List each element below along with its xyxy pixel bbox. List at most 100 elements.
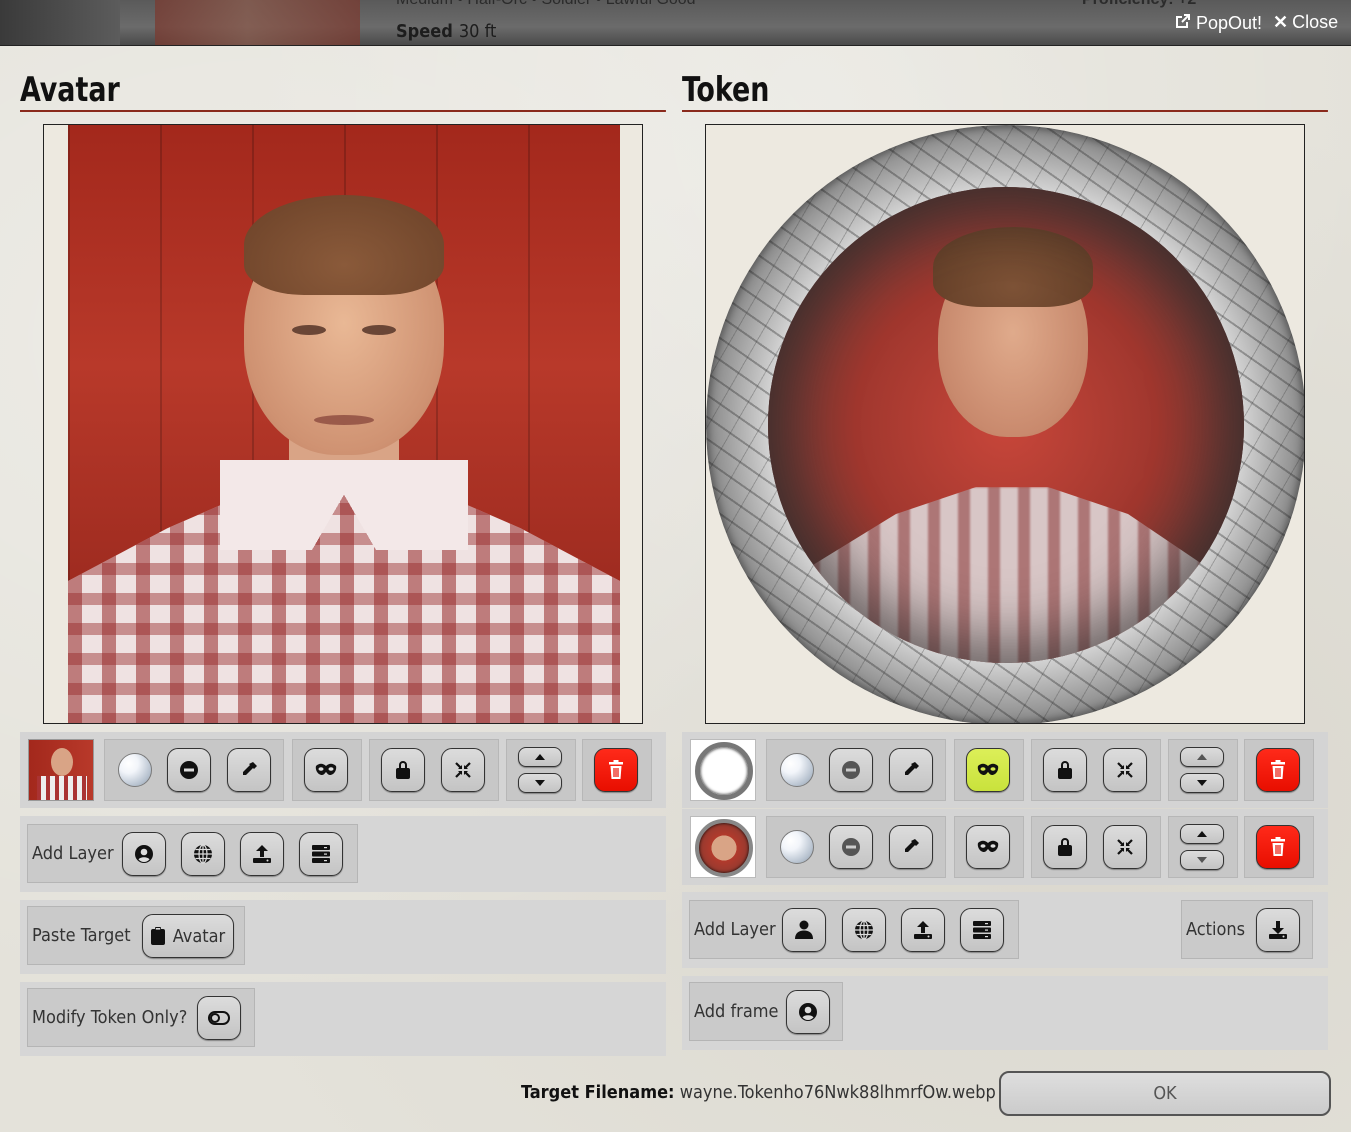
globe-icon <box>194 844 212 864</box>
avatar-heading: Avatar <box>20 70 666 112</box>
frame-move-down-button[interactable] <box>1180 773 1224 793</box>
frame-eyedropper-button[interactable] <box>889 748 933 792</box>
minus-circle-icon <box>842 761 860 779</box>
layer-delete-button[interactable] <box>594 748 638 792</box>
token-portrait-layer-row <box>682 809 1328 885</box>
token-actions-label: Actions <box>1186 919 1246 940</box>
add-layer-upload-button[interactable] <box>240 832 284 876</box>
layer-move-down-button[interactable] <box>518 773 562 793</box>
token-download-button[interactable] <box>1256 908 1300 952</box>
add-layer-list-button[interactable] <box>299 832 343 876</box>
token-add-layer-group: Add Layer <box>689 900 1019 959</box>
mask-icon <box>977 840 999 852</box>
mask-icon <box>977 763 999 775</box>
server-list-icon <box>973 921 991 939</box>
compress-arrows-icon <box>455 762 471 778</box>
add-frame-button[interactable] <box>786 990 830 1034</box>
paste-target-avatar-button[interactable]: Avatar <box>142 914 234 958</box>
modify-token-only-toggle[interactable] <box>197 996 241 1040</box>
avatar-layer-row <box>20 732 666 808</box>
user-circle-icon <box>799 1003 817 1021</box>
close-label: Close <box>1292 12 1339 32</box>
upload-icon <box>914 921 932 939</box>
trash-icon <box>609 760 623 779</box>
portrait-reset-button[interactable] <box>1103 825 1147 869</box>
paste-target-group: Paste Target Avatar <box>27 906 245 965</box>
minus-circle-icon <box>842 838 860 856</box>
glass-ball-icon <box>780 753 814 787</box>
avatar-panel: Avatar Add Layer Paste Target Avatar Mod… <box>20 70 666 1056</box>
frame-move-up-button[interactable] <box>1180 747 1224 767</box>
layer-remove-bg-button[interactable] <box>167 748 211 792</box>
layer-lock-button[interactable] <box>381 748 425 792</box>
layer-eyedropper-button[interactable] <box>227 748 271 792</box>
caret-down-icon <box>1197 857 1207 863</box>
close-button[interactable]: ✕ Close <box>1273 12 1338 33</box>
token-add-layer-url-button[interactable] <box>842 908 886 952</box>
ok-button[interactable]: OK <box>999 1071 1331 1116</box>
token-add-layer-label: Add Layer <box>694 919 776 940</box>
target-filename-value: wayne.Tokenho76Nwk88lhmrfOw.webp <box>679 1082 996 1103</box>
layer-reset-button[interactable] <box>441 748 485 792</box>
paste-target-value: Avatar <box>172 925 226 947</box>
compress-arrows-icon <box>1117 762 1133 778</box>
token-add-layer-list-button[interactable] <box>960 908 1004 952</box>
token-add-layer-upload-button[interactable] <box>901 908 945 952</box>
eyedropper-icon <box>905 762 919 775</box>
popout-label: PopOut! <box>1196 13 1263 33</box>
avatar-preview[interactable] <box>43 124 643 724</box>
speed-label: Speed <box>396 21 453 42</box>
frame-layer-thumbnail[interactable] <box>690 739 756 801</box>
character-speed: Speed 30 ft <box>396 21 496 42</box>
frame-reset-button[interactable] <box>1103 748 1147 792</box>
lock-icon <box>396 761 410 779</box>
layer-mask-button[interactable] <box>304 748 348 792</box>
minus-circle-icon <box>180 761 198 779</box>
popout-button[interactable]: PopOut! <box>1174 12 1262 35</box>
download-icon <box>1269 921 1287 939</box>
add-layer-avatar-button[interactable] <box>122 832 166 876</box>
frame-delete-button[interactable] <box>1256 748 1300 792</box>
target-filename: Target Filename: wayne.Tokenho76Nwk88lhm… <box>521 1082 996 1103</box>
frame-remove-bg-button[interactable] <box>829 748 873 792</box>
portrait-move-up-button[interactable] <box>1180 824 1224 844</box>
avatar-add-layer-label: Add Layer <box>32 843 114 864</box>
add-frame-group: Add frame <box>689 982 843 1041</box>
header-thumbnail <box>0 0 120 45</box>
portrait-delete-button[interactable] <box>1256 825 1300 869</box>
toggle-off-icon <box>208 1011 230 1025</box>
portrait-move-down-button[interactable] <box>1180 850 1224 870</box>
portrait-eyedropper-button[interactable] <box>889 825 933 869</box>
frame-mask-button-active[interactable] <box>966 748 1010 792</box>
glass-ball-icon <box>118 753 152 787</box>
portrait-layer-thumbnail[interactable] <box>690 816 756 878</box>
layer-color-button[interactable] <box>113 748 157 792</box>
caret-up-icon <box>1197 754 1207 760</box>
globe-icon <box>855 920 873 940</box>
add-frame-label: Add frame <box>694 1001 779 1022</box>
glass-ball-icon <box>780 830 814 864</box>
add-layer-url-button[interactable] <box>181 832 225 876</box>
server-list-icon <box>312 845 330 863</box>
portrait-mask-button[interactable] <box>966 825 1010 869</box>
speed-value: 30 ft <box>458 21 497 42</box>
user-circle-icon <box>135 845 153 863</box>
portrait-remove-bg-button[interactable] <box>829 825 873 869</box>
eyedropper-icon <box>243 762 257 775</box>
token-add-layer-user-button[interactable] <box>782 908 826 952</box>
caret-up-icon <box>1197 831 1207 837</box>
layer-move-up-button[interactable] <box>518 747 562 767</box>
caret-up-icon <box>535 754 545 760</box>
upload-icon <box>253 845 271 863</box>
portrait-lock-button[interactable] <box>1043 825 1087 869</box>
frame-color-button[interactable] <box>775 748 819 792</box>
portrait-color-button[interactable] <box>775 825 819 869</box>
caret-down-icon <box>535 780 545 786</box>
frame-lock-button[interactable] <box>1043 748 1087 792</box>
lock-icon <box>1058 761 1072 779</box>
target-filename-label: Target Filename: <box>521 1082 675 1103</box>
token-frame-layer-row <box>682 732 1328 808</box>
caret-down-icon <box>1197 780 1207 786</box>
token-preview[interactable] <box>705 124 1305 724</box>
avatar-layer-thumbnail[interactable] <box>28 739 94 801</box>
